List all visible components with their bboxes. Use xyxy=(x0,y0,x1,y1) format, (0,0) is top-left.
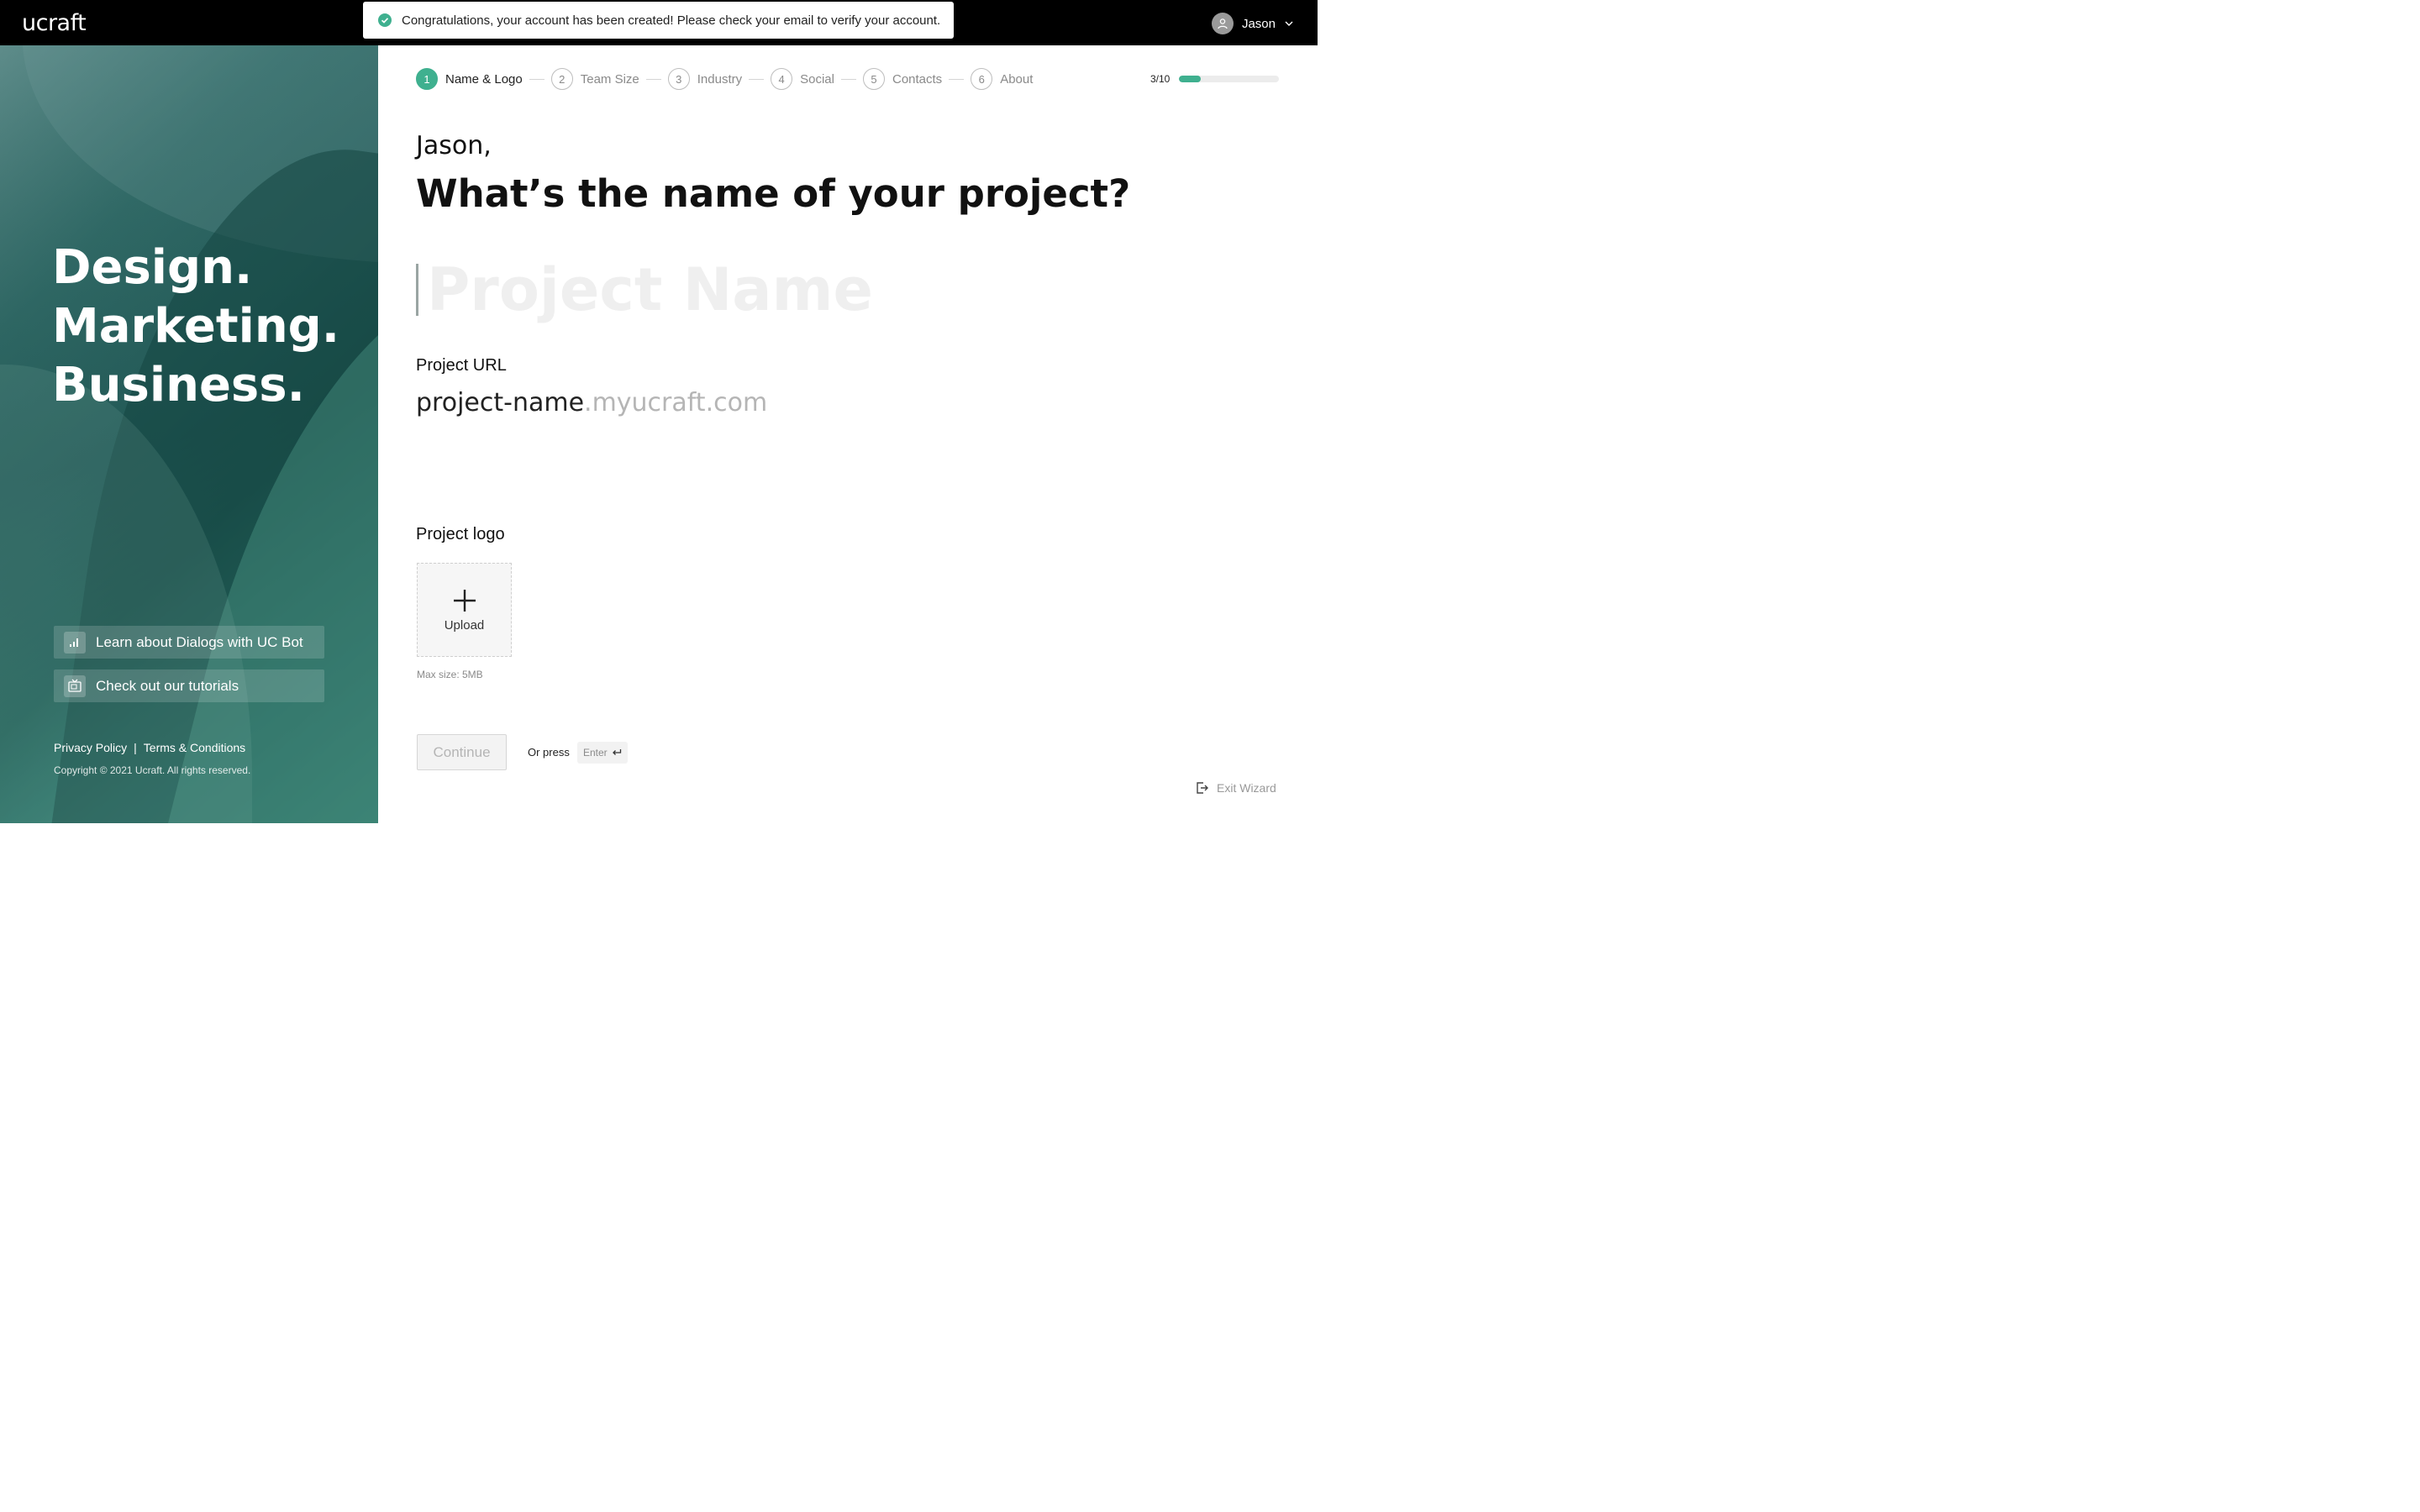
upload-label: Upload xyxy=(444,617,485,633)
progress-text: 3/10 xyxy=(1150,73,1171,85)
ucraft-logo[interactable]: ucraft xyxy=(22,10,87,36)
step-label: Social xyxy=(800,71,834,87)
wizard-steps: 1 Name & Logo 2 Team Size 3 Industry 4 S… xyxy=(416,68,1033,90)
step-label: About xyxy=(1000,71,1034,87)
step-label: Team Size xyxy=(580,71,639,87)
exit-wizard-button[interactable]: Exit Wizard xyxy=(1196,781,1276,795)
step-separator xyxy=(529,78,544,80)
tv-icon xyxy=(64,675,86,697)
step-number: 4 xyxy=(771,68,793,90)
tagline-line: Business. xyxy=(52,358,305,412)
continue-button[interactable]: Continue xyxy=(417,734,507,770)
tagline-line: Marketing. xyxy=(52,299,340,354)
step-contacts[interactable]: 5 Contacts xyxy=(862,68,943,90)
terms-link[interactable]: Terms & Conditions xyxy=(144,741,245,754)
url-domain: .myucraft.com xyxy=(584,388,768,417)
chevron-down-icon xyxy=(1285,21,1293,26)
progress-fill xyxy=(1179,76,1202,82)
step-separator xyxy=(949,78,965,80)
check-circle-icon xyxy=(378,13,392,27)
logo-upload-button[interactable]: Upload xyxy=(417,563,512,657)
user-name: Jason xyxy=(1241,16,1276,31)
page-title: What’s the name of your project? xyxy=(416,171,1131,216)
text-caret xyxy=(416,264,418,316)
plus-icon xyxy=(453,589,476,612)
user-menu[interactable]: Jason xyxy=(1211,12,1294,35)
left-panel: Design. Marketing. Business. Learn about… xyxy=(0,45,378,823)
step-number: 3 xyxy=(667,68,690,90)
url-slug: project-name xyxy=(416,388,585,417)
step-label: Name & Logo xyxy=(445,71,523,87)
step-separator xyxy=(645,78,661,80)
footer-links: Privacy Policy | Terms & Conditions xyxy=(54,741,245,754)
footer-separator: | xyxy=(134,741,137,754)
bot-icon xyxy=(64,631,86,654)
step-name-logo[interactable]: 1 Name & Logo xyxy=(416,68,523,90)
project-name-field xyxy=(416,255,1004,324)
greeting: Jason, xyxy=(416,131,492,160)
step-number: 6 xyxy=(971,68,993,90)
project-url: project-name.myucraft.com xyxy=(416,388,767,417)
enter-icon xyxy=(612,749,621,755)
main-content: 1 Name & Logo 2 Team Size 3 Industry 4 S… xyxy=(378,45,1318,823)
copyright: Copyright © 2021 Ucraft. All rights rese… xyxy=(54,764,251,776)
wizard-page: ucraft Jason Congratulations, your accou… xyxy=(0,0,1318,823)
user-icon xyxy=(1218,18,1228,29)
enter-key-label: Enter xyxy=(583,747,608,759)
privacy-policy-link[interactable]: Privacy Policy xyxy=(54,741,127,754)
toast-message: Congratulations, your account has been c… xyxy=(402,13,941,28)
step-label: Industry xyxy=(697,71,743,87)
step-team-size[interactable]: 2 Team Size xyxy=(550,68,639,90)
tutorials-link-label: Check out our tutorials xyxy=(96,677,239,694)
max-size-hint: Max size: 5MB xyxy=(417,669,483,680)
or-press-hint: Or press xyxy=(528,746,570,759)
tagline: Design. Marketing. Business. xyxy=(52,239,339,415)
project-logo-label: Project logo xyxy=(416,525,505,543)
progress-bar xyxy=(1179,76,1279,82)
step-industry[interactable]: 3 Industry xyxy=(667,68,743,90)
project-name-input[interactable] xyxy=(427,255,965,324)
step-separator xyxy=(840,78,856,80)
exit-wizard-label: Exit Wizard xyxy=(1217,781,1276,795)
step-number: 2 xyxy=(550,68,573,90)
step-number: 5 xyxy=(862,68,885,90)
step-label: Contacts xyxy=(892,71,943,87)
exit-icon xyxy=(1197,782,1208,794)
step-separator xyxy=(749,78,765,80)
tagline-line: Design. xyxy=(52,240,253,295)
success-toast: Congratulations, your account has been c… xyxy=(363,2,954,39)
uc-bot-link[interactable]: Learn about Dialogs with UC Bot xyxy=(54,626,324,659)
step-number: 1 xyxy=(416,68,438,90)
project-url-label: Project URL xyxy=(416,356,507,375)
step-social[interactable]: 4 Social xyxy=(771,68,834,90)
step-about[interactable]: 6 About xyxy=(971,68,1033,90)
enter-key-hint: Enter xyxy=(577,742,628,764)
uc-bot-link-label: Learn about Dialogs with UC Bot xyxy=(96,633,303,650)
avatar xyxy=(1211,13,1234,34)
tutorials-link[interactable]: Check out our tutorials xyxy=(54,669,324,702)
